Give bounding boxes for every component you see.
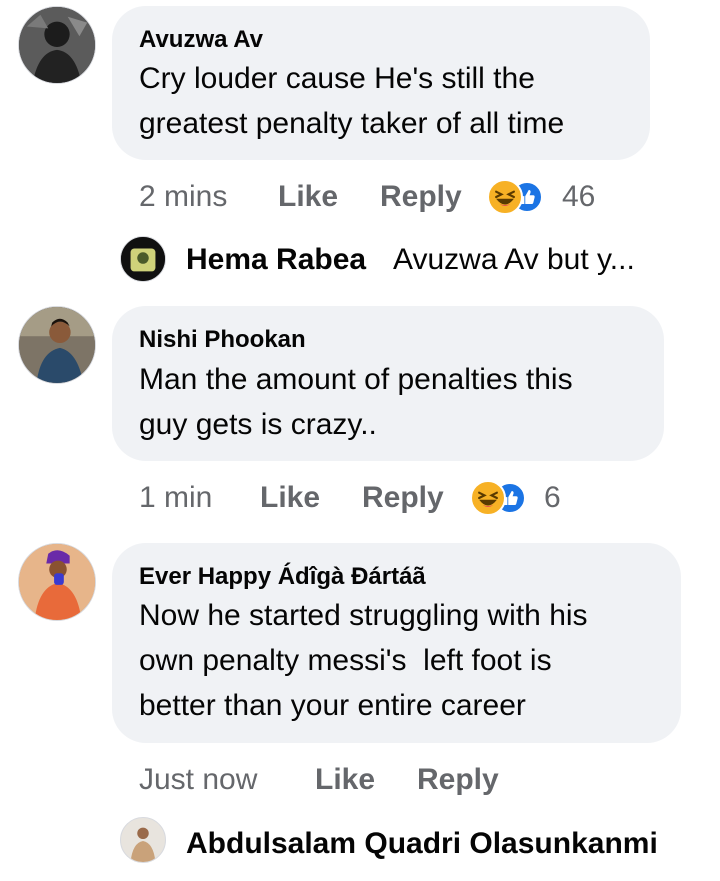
comment-text-line: own penalty messi's left foot is <box>139 644 552 677</box>
haha-icon <box>470 480 506 516</box>
avatar[interactable] <box>18 543 96 621</box>
comment-text-line: better than your entire career <box>139 689 526 722</box>
comment-text-line: greatest penalty taker of all time <box>139 107 565 140</box>
reply-button[interactable]: Reply <box>362 480 444 516</box>
avatar[interactable] <box>120 817 166 863</box>
haha-icon <box>487 179 523 215</box>
reply-button[interactable]: Reply <box>417 762 499 798</box>
avatar[interactable] <box>18 6 96 84</box>
comment-author[interactable]: Ever Happy Ádîgà Đártáã <box>139 563 426 591</box>
comment-timestamp[interactable]: 1 min <box>139 480 212 516</box>
reply-author[interactable]: Hema Rabea <box>186 242 366 278</box>
comment-text-line: guy gets is crazy.. <box>139 408 377 441</box>
like-button[interactable]: Like <box>260 480 320 516</box>
reaction-count: 6 <box>544 481 561 514</box>
reaction-summary[interactable]: 6 <box>470 480 570 516</box>
comment-text-line: Man the amount of penalties this <box>139 363 573 396</box>
comment-author[interactable]: Avuzwa Av <box>139 26 263 54</box>
avatar[interactable] <box>120 236 166 282</box>
like-button[interactable]: Like <box>315 762 375 798</box>
comment-timestamp[interactable]: Just now <box>139 762 257 798</box>
comment-timestamp[interactable]: 2 mins <box>139 179 227 215</box>
comment-text-line: Now he started struggling with his <box>139 599 588 632</box>
reaction-count: 46 <box>562 180 596 213</box>
like-button[interactable]: Like <box>278 179 338 215</box>
reply-button[interactable]: Reply <box>380 179 462 215</box>
comment-author[interactable]: Nishi Phookan <box>139 326 306 354</box>
comment-text-line: Cry louder cause He's still the <box>139 62 535 95</box>
reply-author[interactable]: Abdulsalam Quadri Olasunkanmi <box>186 826 658 862</box>
reply-preview[interactable]: Avuzwa Av but y... <box>393 242 635 278</box>
reaction-summary[interactable]: 46 <box>487 179 607 215</box>
avatar[interactable] <box>18 306 96 384</box>
